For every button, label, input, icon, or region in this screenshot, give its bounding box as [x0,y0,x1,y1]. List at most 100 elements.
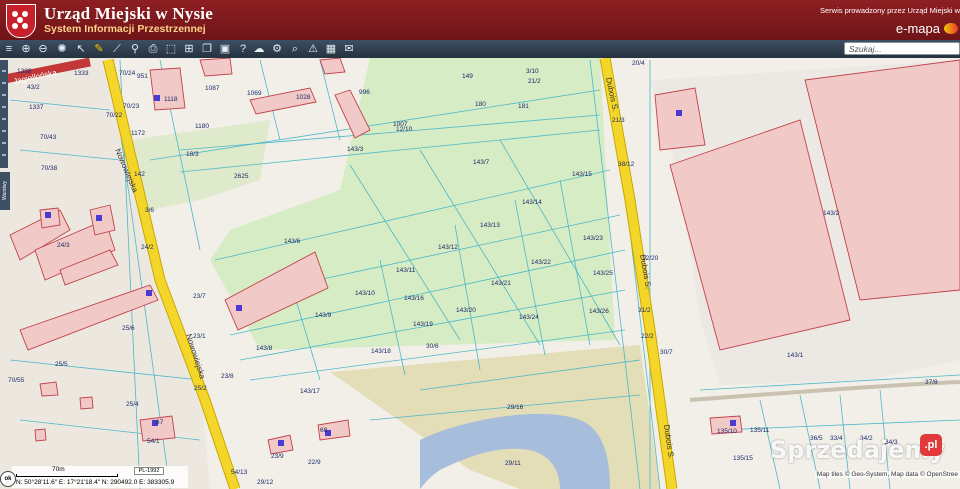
layers-icon[interactable]: ≡ [2,42,16,56]
warning-icon[interactable]: ⚠ [306,42,320,56]
projection-select[interactable]: PL-1992 [134,467,164,475]
parcel-label: 143/8 [256,345,273,352]
parcel-label: 3/10 [526,68,539,75]
settings-icon[interactable]: ⚙ [270,42,284,56]
parcel-label: 996 [359,89,370,96]
parcel-label: 24/2 [141,244,154,251]
parcel-label: 143/24 [519,314,539,321]
parcel-label: 70/24 [119,70,136,77]
parcel-label: 143/7 [473,159,490,166]
parcel-label: 25/2 [194,385,207,392]
parcel-label: 12/20 [642,255,659,262]
zoom-in-icon[interactable]: ⊕ [19,42,33,56]
find-icon[interactable]: ⌕ [288,42,302,56]
full-extent-icon[interactable]: ✺ [55,42,69,56]
parcel-label: 23/7 [193,293,206,300]
parcel-label: 18/3 [186,151,199,158]
parcel-label: 29/16 [507,404,524,411]
parcel-label: 143/23 [583,235,603,242]
parcel-label: 1069 [247,90,262,97]
pointer-icon[interactable]: ↖ [74,42,88,56]
copy-icon[interactable]: ❐ [200,42,214,56]
parcel-label: 70/22 [106,112,123,119]
parcel-label: 25/4 [126,401,139,408]
parcel-label: 30/7 [660,349,673,356]
select-icon[interactable]: ⊞ [182,42,196,56]
parcel-label: 12/10 [396,126,413,133]
zoom-slider[interactable] [0,60,8,168]
app-header: Urząd Miejski w Nysie System Informacji … [0,0,960,40]
coordinates-readout: N: 50°28'11.6" E: 17°21'18.4" N: 290492.… [16,479,175,486]
ok-button[interactable]: ok [0,471,16,487]
parcel-label: 1028 [296,94,311,101]
parcel-label: 23/8 [221,373,234,380]
parcel-label: 1118 [164,96,178,103]
parcel-label: 22/9 [308,459,321,466]
parcel-label: 135/11 [750,427,770,434]
bus-icon[interactable]: ▣ [218,42,232,56]
brand-label: e-mapa [895,21,940,36]
scale-bar [16,474,118,477]
parcel-label: 43/2 [27,84,40,91]
parcel-label: 25/6 [122,325,135,332]
parcel-label: 143/19 [413,321,433,328]
parcel-label: 70/38 [41,165,58,172]
cloud-icon[interactable]: ☁ [252,42,266,56]
parcel-label: 23/9 [271,453,284,460]
parcel-label: 143/9 [315,312,332,319]
parcel-label: 1180 [195,123,209,130]
parcel-label: 181 [518,103,529,110]
grid-icon[interactable]: ▦ [324,42,338,56]
parcel-label: 143/17 [300,388,320,395]
parcel-label: 143/3 [347,146,364,153]
app-title: Urząd Miejski w Nysie [44,4,213,23]
help-icon[interactable]: ? [236,42,250,56]
layers-panel-tab[interactable]: Warstwy [0,172,10,210]
export-icon[interactable]: ⬚ [164,42,178,56]
parcel-label: 135/10 [717,428,737,435]
map-canvas[interactable]: Nowowiejska Nowowiejska Jagiellońska Dub… [0,58,960,489]
parcel-label: 38/12 [618,161,635,168]
parcel-label: 70/43 [40,134,57,141]
pencil-icon[interactable]: ✎ [92,42,106,56]
map-attribution: Map tiles © Geo-System, Map data © OpenS… [814,471,960,478]
parcel-label: 143/13 [480,222,500,229]
parcel-label: 143/6 [284,238,301,245]
scale-label: 70m [52,466,65,473]
parcel-label: 29/12 [257,479,274,486]
parcel-label: 143/25 [593,270,613,277]
parcel-label: 68 [320,427,328,434]
parcel-label: 25/5 [55,361,68,368]
parcel-label: 3/6 [145,207,154,214]
parcel-label: 70/23 [123,103,140,110]
parcel-label: 2625 [234,173,249,180]
print-icon[interactable]: ⎙ [146,42,160,56]
map-toolbar: ≡ ⊕ ⊖ ✺ ↖ ✎ ⟋ ⚲ ⎙ ⬚ ⊞ ❐ ▣ ? ☁ ⚙ ⌕ ⚠ ▦ ✉ [0,40,960,58]
parcel-label: 1333 [74,70,89,77]
watermark-pl-icon: .pl [920,434,942,456]
city-crest-logo [6,4,36,38]
parcel-label: 1388 [17,68,32,75]
parcel-label: 23/1 [193,333,206,340]
parcel-label: 143/1 [787,352,804,359]
parcel-label: 30/6 [426,343,439,350]
parcel-label: 31/2 [638,307,651,314]
parcel-label: 67 [156,419,164,426]
parcel-label: 951 [137,73,148,80]
parcel-label: 143/10 [355,290,375,297]
parcel-label: 37/8 [925,379,938,386]
watermark-logo: Sprzedajemy [770,436,946,464]
parcel-label: 143/2 [823,210,840,217]
parcel-label: 143/22 [531,259,551,266]
search-input[interactable]: Szukaj... [844,42,960,55]
parcel-label: 143/12 [438,244,458,251]
link-icon[interactable]: ⚲ [128,42,142,56]
comment-icon[interactable]: ✉ [342,42,356,56]
zoom-out-icon[interactable]: ⊖ [36,42,50,56]
parcel-label: 143/18 [371,348,391,355]
parcel-label: 22/2 [641,333,654,340]
parcel-label: 1087 [205,85,220,92]
measure-icon[interactable]: ⟋ [110,42,124,56]
parcel-label: 29/11 [505,460,521,467]
parcel-label: 143/21 [491,280,511,287]
